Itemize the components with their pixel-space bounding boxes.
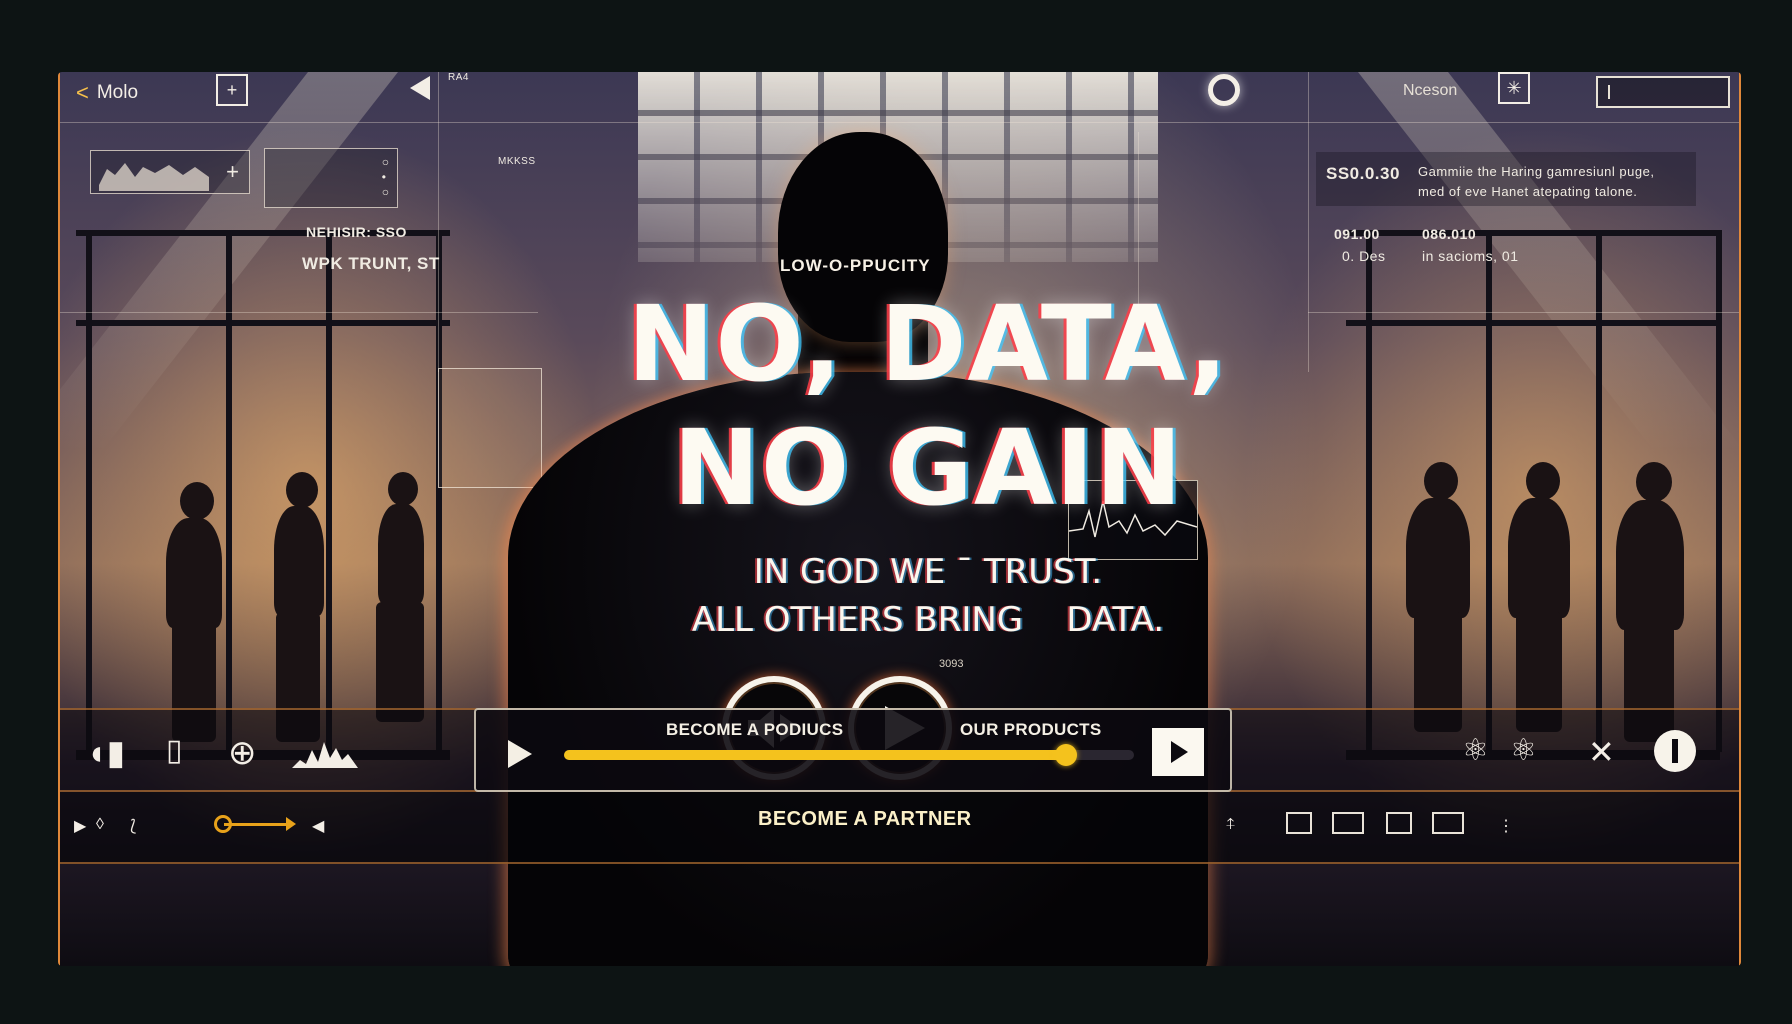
crosshair-icon: +: [226, 159, 239, 184]
back-button[interactable]: < Molo: [76, 80, 138, 106]
waveform-chart: [99, 163, 209, 191]
whistle-icon[interactable]: ◖▮: [86, 736, 125, 770]
chevron-left-icon: <: [76, 80, 89, 105]
hud-right-value4: 086.010: [1422, 226, 1477, 242]
progress-track[interactable]: [564, 744, 1134, 766]
user-name-label: Nceson: [1403, 82, 1458, 99]
frame-toggle-4[interactable]: [1432, 812, 1464, 834]
tagline: IN GOD WE ¯ TRUST. ALL OTHERS BRING DATA…: [578, 548, 1278, 644]
dot-indicator-icon: ○ • ○: [381, 155, 389, 199]
waveform-panel: +: [90, 150, 250, 194]
hud-right-desc2: med of eve Hanet atepating talone.: [1418, 184, 1638, 199]
hud-gridline: [58, 122, 1741, 123]
hud-gridline: [438, 72, 439, 372]
hud-right-value2: 091.00: [1334, 226, 1380, 242]
back-button-label: Molo: [96, 82, 139, 103]
hud-right-desc1: Gammiie the Haring gamresiunl puge,: [1418, 164, 1655, 179]
hud-left-line2: WPK TRUNT, ST: [302, 254, 440, 273]
frame-toggle-1[interactable]: [1286, 812, 1312, 834]
frame-toggle-2[interactable]: [1332, 812, 1364, 834]
hud-right-value1: SS0.0.30: [1326, 164, 1400, 183]
molecule-icon[interactable]: ⚛: [1462, 736, 1489, 766]
headline-line2: NO GAIN: [672, 407, 1184, 529]
frame-toggle-3[interactable]: [1386, 812, 1412, 834]
tiny-mark: 3093: [939, 658, 964, 670]
hud-gridline: [58, 312, 538, 313]
player-label-right: OUR PRODUCTS: [960, 720, 1102, 739]
hud-right-value3: 0. Des: [1342, 248, 1386, 264]
compass-icon[interactable]: ⊕: [228, 736, 257, 770]
small-play-icon[interactable]: [508, 740, 532, 768]
become-partner-link[interactable]: BECOME A PARTNER: [758, 808, 971, 831]
bracket-icon[interactable]: ⟅: [130, 816, 136, 836]
play-mini-icon[interactable]: ▶: [74, 816, 86, 836]
timeline-slider-track[interactable]: [224, 823, 288, 826]
arrow-right-icon: [286, 817, 296, 831]
diamond-half-icon[interactable]: ◊: [96, 816, 104, 834]
phone-icon[interactable]: ▯: [166, 736, 183, 766]
gym-member-silhouette: [248, 472, 338, 742]
info-icon[interactable]: [1654, 730, 1696, 772]
record-ring-icon[interactable]: [1208, 74, 1240, 106]
nav-small-tag: RA4: [448, 72, 469, 83]
tagline-line2: ALL OTHERS BRING DATA.: [691, 600, 1165, 640]
gym-member-silhouette: [1388, 462, 1488, 742]
gym-member-silhouette: [1488, 462, 1588, 742]
hud-gridline: [1308, 312, 1741, 313]
timeline-slider-handle[interactable]: [214, 815, 232, 833]
media-player-panel: BECOME A PODIUCS OUR PRODUCTS: [474, 708, 1232, 792]
headline-line1: NO, DATA,: [627, 283, 1229, 405]
progress-handle[interactable]: [1054, 744, 1077, 766]
rewind-icon[interactable]: ◀: [312, 816, 324, 836]
activity-chart-icon[interactable]: [292, 736, 358, 770]
headline: NO, DATA, NO GAIN: [528, 282, 1328, 530]
tagline-line1: IN GOD WE ¯ TRUST.: [753, 552, 1103, 592]
search-input[interactable]: [1596, 76, 1730, 108]
metrics-panel: ○ • ○: [264, 148, 398, 208]
more-vertical-icon[interactable]: ⋮: [1498, 816, 1514, 836]
play-outline-icon[interactable]: [410, 76, 430, 100]
play-box-button[interactable]: [1152, 728, 1204, 776]
hud-right-value5: in sacioms, 01: [1422, 248, 1519, 264]
close-icon[interactable]: ✕: [1588, 736, 1615, 768]
gym-member-silhouette: [148, 482, 228, 742]
hud-left-line1: NEHISIR: SSO: [306, 224, 407, 240]
sparkle-icon[interactable]: ✳: [1498, 72, 1530, 104]
eyebrow-label: LOW-O-PPUCITY: [780, 256, 931, 275]
gym-member-silhouette: [358, 472, 438, 732]
network-icon[interactable]: ⚛: [1510, 736, 1537, 766]
player-label-left: BECOME A PODIUCS: [666, 720, 844, 739]
add-frame-icon[interactable]: +: [216, 74, 248, 106]
pin-icon[interactable]: ⍏: [1226, 816, 1236, 834]
app-window: < Molo + RA4 Nceson ✳ + ○ • ○ MKKSS NEHISI…: [58, 72, 1741, 966]
progress-fill: [564, 750, 1066, 760]
